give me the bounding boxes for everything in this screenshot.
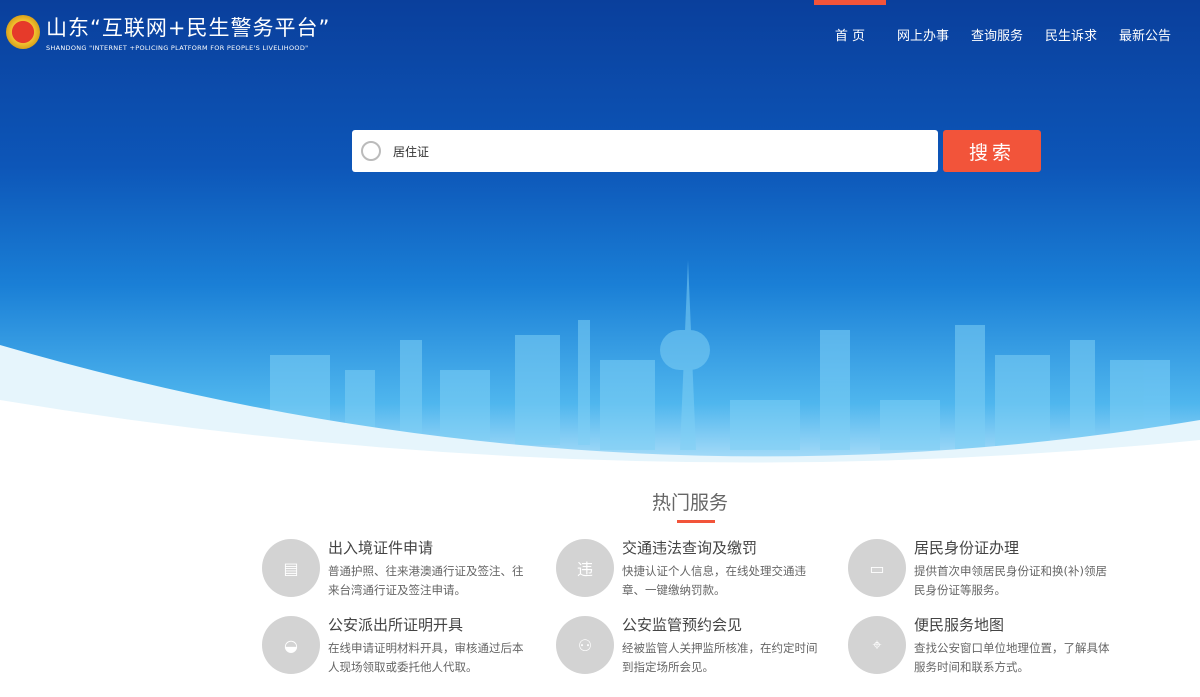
people-icon: ⚇ [556,616,614,674]
nav-home[interactable]: 首 页 [813,0,886,60]
service-card[interactable]: ⌖ 便民服务地图 查找公安窗口单位地理位置，了解具体服务时间和联系方式。 [848,614,1138,677]
service-title[interactable]: 公安派出所证明开具 [328,614,528,635]
map-pin-icon: ⌖ [848,616,906,674]
service-title[interactable]: 交通违法查询及缴罚 [622,537,822,558]
id-card-icon: ▭ [848,539,906,597]
main-nav: 首 页 网上办事 查询服务 民生诉求 最新公告 [813,0,1182,60]
service-card[interactable]: ◒ 公安派出所证明开具 在线申请证明材料开具，审核通过后本人现场领取或委托他人代… [262,614,552,677]
service-description: 在线申请证明材料开具，审核通过后本人现场领取或委托他人代取。 [328,641,524,674]
search-input[interactable] [393,144,938,158]
service-description: 普通护照、往来港澳通行证及签注、往来台湾通行证及签注申请。 [328,564,524,597]
nav-online-services[interactable]: 网上办事 [886,0,960,60]
nav-appeals[interactable]: 民生诉求 [1034,0,1108,60]
service-description: 提供首次申领居民身份证和换(补)领居民身份证等服务。 [914,564,1107,597]
nav-query-services[interactable]: 查询服务 [960,0,1034,60]
service-card[interactable]: ▭ 居民身份证办理 提供首次申领居民身份证和换(补)领居民身份证等服务。 [848,537,1138,600]
service-description: 经被监管人关押监所核准，在约定时间到指定场所会见。 [622,641,818,674]
site-logo[interactable]: 山东“互联网+民生警务平台” SHANDONG "INTERNET +POLIC… [6,12,330,52]
national-emblem-icon [6,15,40,49]
nav-announcements[interactable]: 最新公告 [1108,0,1182,60]
service-description: 查找公安窗口单位地理位置，了解具体服务时间和联系方式。 [914,641,1110,674]
traffic-violation-icon: 违 [556,539,614,597]
service-title[interactable]: 便民服务地图 [914,614,1114,635]
service-card[interactable]: ⚇ 公安监管预约会见 经被监管人关押监所核准，在约定时间到指定场所会见。 [556,614,846,677]
service-card[interactable]: ▤ 出入境证件申请 普通护照、往来港澳通行证及签注、往来台湾通行证及签注申请。 [262,537,552,600]
site-subtitle: SHANDONG "INTERNET +POLICING PLATFORM FO… [46,44,309,52]
police-cap-icon: ◒ [262,616,320,674]
passport-icon: ▤ [262,539,320,597]
site-title: 山东“互联网+民生警务平台” [46,16,331,40]
service-title[interactable]: 居民身份证办理 [914,537,1114,558]
city-skyline-illustration [0,260,1200,475]
service-title[interactable]: 出入境证件申请 [328,537,528,558]
search-icon [361,141,381,161]
service-description: 快捷认证个人信息，在线处理交通违章、一键缴纳罚款。 [622,564,806,597]
section-underline [677,520,715,523]
section-title: 热门服务 [651,492,728,514]
hero-banner [0,0,1200,475]
search-button[interactable]: 搜索 [943,130,1041,172]
service-card[interactable]: 违 交通违法查询及缴罚 快捷认证个人信息，在线处理交通违章、一键缴纳罚款。 [556,537,846,600]
service-title[interactable]: 公安监管预约会见 [622,614,822,635]
search-bar [352,130,938,172]
